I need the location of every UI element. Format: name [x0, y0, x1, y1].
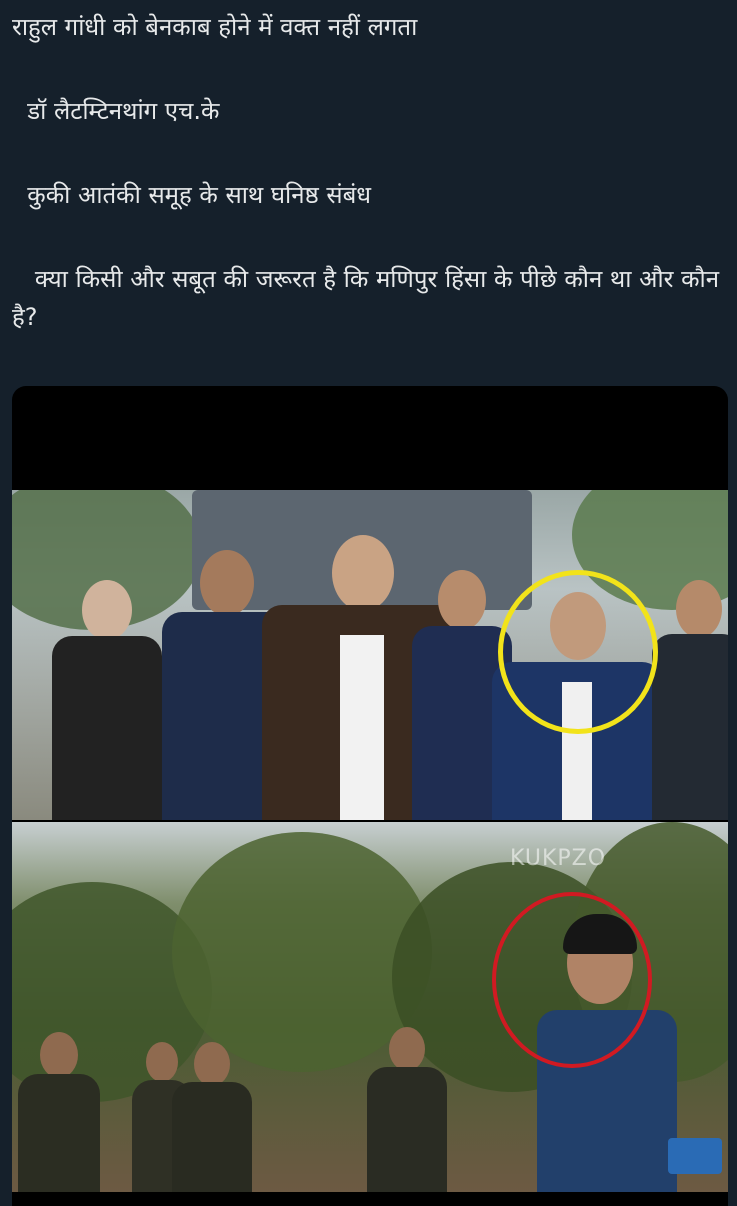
tweet-text: राहुल गांधी को बेनकाब होने में वक्त नहीं… [12, 8, 727, 336]
person [52, 580, 162, 820]
watermark-text: KUKPZO [510, 846, 607, 871]
person [652, 580, 728, 820]
media-photo-top[interactable] [12, 490, 728, 820]
channel-logo [668, 1138, 722, 1174]
media-photo-bottom[interactable]: KUKPZO [12, 822, 728, 1192]
tweet-line-4: क्या किसी और सबूत की जरूरत है कि मणिपुर … [12, 265, 727, 331]
tweet-line-1: राहुल गांधी को बेनकाब होने में वक्त नहीं… [12, 13, 418, 41]
tweet-media[interactable]: KUKPZO [12, 386, 728, 1206]
tweet-line-3: कुकी आतंकी समूह के साथ घनिष्ठ संबंध [12, 181, 372, 209]
highlight-circle-yellow [498, 570, 658, 734]
tweet-line-2: डॉ लैटम्टिनथांग एच.के [12, 97, 220, 125]
person [367, 1027, 447, 1192]
highlight-circle-red [492, 892, 652, 1068]
person [172, 1042, 252, 1192]
person [18, 1032, 100, 1192]
